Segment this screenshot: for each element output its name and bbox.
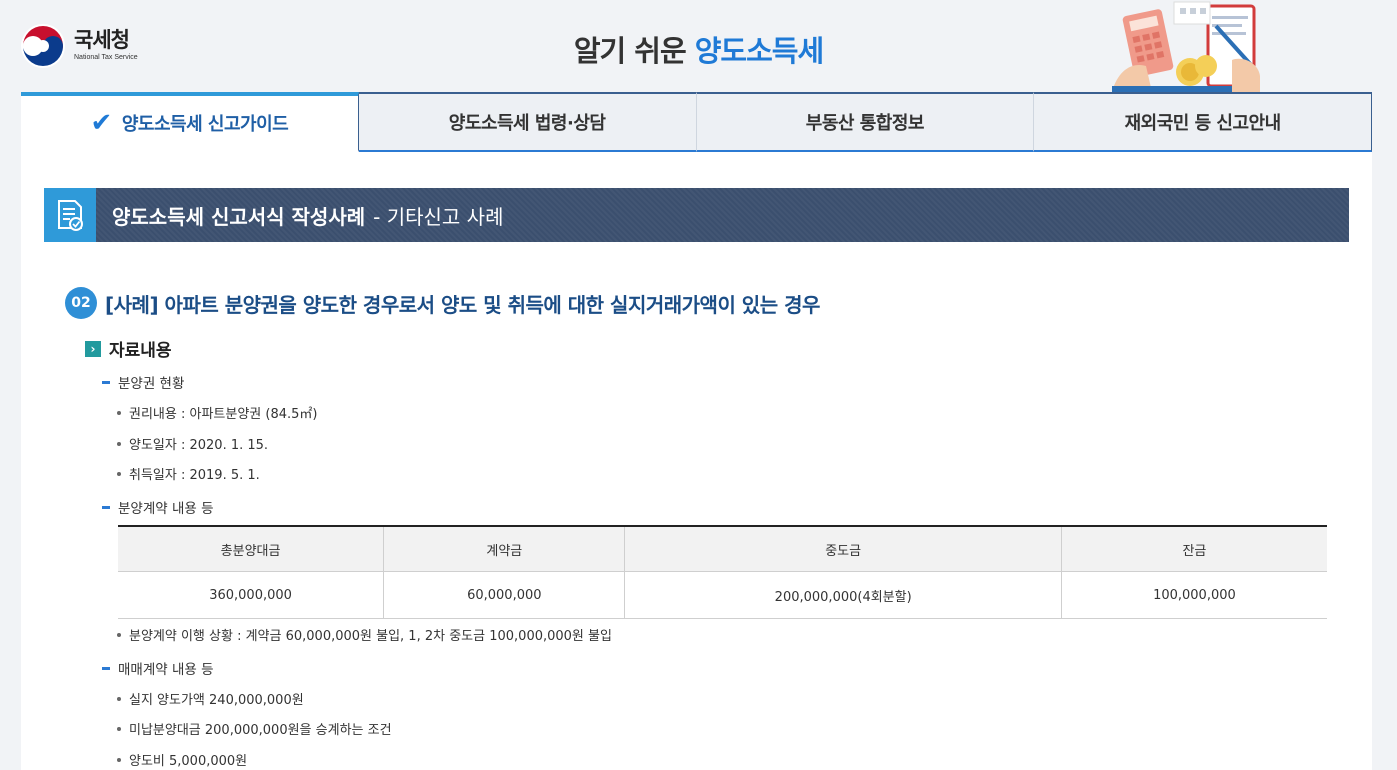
bullet-icon [117, 696, 121, 701]
group-label-text: 매매계약 내용 등 [118, 662, 214, 678]
list-item: 분양계약 이행 상황 : 계약금 60,000,000원 불입, 1, 2차 중… [117, 625, 612, 644]
table-header-cell: 총분양대금 [118, 525, 385, 572]
bullet-icon [117, 757, 121, 762]
table-cell: 360,000,000 [118, 571, 385, 619]
table-header-cell: 잔금 [1061, 525, 1327, 572]
list-item-text: 양도비 5,000,000원 [129, 754, 248, 769]
list-item: 양도일자 : 2020. 1. 15. [117, 434, 268, 453]
checkmark-icon: ✔ [90, 108, 113, 138]
section-title: 양도소득세 신고서식 작성사례 - 기타신고 사례 [96, 188, 1349, 242]
dash-icon [102, 666, 110, 670]
list-item-text: 권리내용 : 아파트분양권 (84.5㎡) [129, 407, 318, 422]
section-title-main: 양도소득세 신고서식 작성사례 [112, 204, 366, 229]
bullet-icon [117, 410, 121, 415]
site-title-plain: 알기 쉬운 [573, 34, 695, 68]
list-item-text: 양도일자 : 2020. 1. 15. [129, 438, 269, 453]
bullet-icon [117, 471, 121, 476]
table-header-cell: 중도금 [624, 525, 1062, 572]
table-header-row: 총분양대금 계약금 중도금 잔금 [118, 525, 1327, 572]
tab-label: 양도소득세 신고가이드 [121, 114, 289, 135]
tab-report-guide[interactable]: ✔ 양도소득세 신고가이드 [21, 92, 359, 152]
main-tab-bar: ✔ 양도소득세 신고가이드 양도소득세 법령·상담 부동산 통합정보 재외국민 … [21, 92, 1372, 152]
group-label-text: 분양권 현황 [118, 376, 185, 392]
table-cell: 60,000,000 [383, 571, 626, 619]
contract-amount-table: 총분양대금 계약금 중도금 잔금 360,000,000 60,000,000 … [118, 525, 1327, 619]
case-number-badge: 02 [65, 287, 97, 319]
chevron-right-icon: › [85, 340, 101, 357]
table-header-cell: 계약금 [383, 525, 626, 572]
case-title: [사례] 아파트 분양권을 양도한 경우로서 양도 및 취득에 대한 실지거래가… [105, 292, 820, 317]
dash-icon [102, 505, 110, 509]
table-cell: 100,000,000 [1061, 571, 1327, 619]
bullet-icon [117, 726, 121, 731]
document-check-icon [44, 188, 96, 242]
site-title-highlight: 양도소득세 [694, 34, 824, 68]
tax-calculator-illustration-icon [1112, 1, 1260, 92]
material-heading: › 자료내용 [85, 336, 172, 361]
list-item-text: 분양계약 이행 상황 : 계약금 60,000,000원 불입, 1, 2차 중… [129, 629, 612, 644]
group-label: 매매계약 내용 등 [102, 658, 214, 678]
tab-real-estate-info[interactable]: 부동산 통합정보 [696, 92, 1035, 152]
group-label-text: 분양계약 내용 등 [118, 501, 214, 517]
tab-label: 부동산 통합정보 [805, 113, 925, 134]
bullet-icon [117, 441, 121, 446]
group-label: 분양계약 내용 등 [102, 497, 214, 517]
table-cell: 200,000,000(4회분할) [624, 571, 1062, 619]
list-item: 권리내용 : 아파트분양권 (84.5㎡) [117, 403, 317, 422]
list-item: 실지 양도가액 240,000,000원 [117, 689, 304, 708]
tab-law-consult[interactable]: 양도소득세 법령·상담 [358, 92, 697, 152]
tab-label: 양도소득세 법령·상담 [448, 113, 606, 134]
bullet-icon [117, 632, 121, 637]
list-item: 양도비 5,000,000원 [117, 750, 247, 769]
material-heading-label: 자료내용 [109, 341, 172, 361]
group-label: 분양권 현황 [102, 372, 184, 392]
dash-icon [102, 380, 110, 384]
content-panel: 양도소득세 신고서식 작성사례 - 기타신고 사례 02 [사례] 아파트 분양… [21, 152, 1372, 770]
list-item: 미납분양대금 200,000,000원을 승계하는 조건 [117, 719, 392, 738]
list-item-text: 취득일자 : 2019. 5. 1. [129, 468, 260, 483]
list-item-text: 실지 양도가액 240,000,000원 [129, 693, 304, 708]
table-row: 360,000,000 60,000,000 200,000,000(4회분할)… [118, 571, 1327, 619]
tab-label: 재외국민 등 신고안내 [1124, 113, 1282, 134]
tab-overseas-guide[interactable]: 재외국민 등 신고안내 [1034, 92, 1372, 152]
case-heading: 02 [사례] 아파트 분양권을 양도한 경우로서 양도 및 취득에 대한 실지… [65, 287, 820, 319]
list-item: 취득일자 : 2019. 5. 1. [117, 464, 260, 483]
section-title-sub: - 기타신고 사례 [373, 204, 504, 229]
list-item-text: 미납분양대금 200,000,000원을 승계하는 조건 [129, 723, 392, 738]
site-header: 국세청 National Tax Service 알기 쉬운 양도소득세 [0, 0, 1397, 92]
section-header: 양도소득세 신고서식 작성사례 - 기타신고 사례 [44, 188, 1349, 242]
